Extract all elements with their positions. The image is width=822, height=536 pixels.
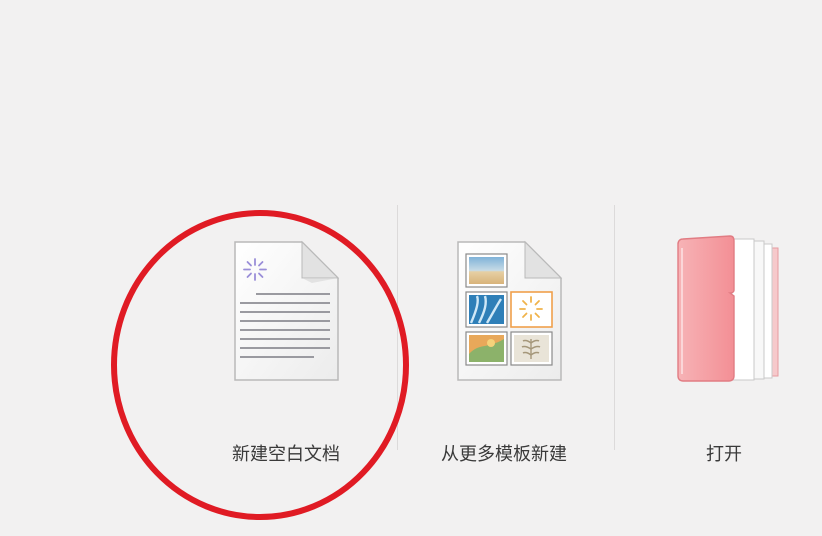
template-document-icon[interactable] [455,239,565,384]
pink-folder-icon[interactable] [674,234,784,384]
divider-left [397,205,398,450]
blank-document-icon[interactable] [232,239,342,384]
new-blank-document-label[interactable]: 新建空白文档 [232,444,340,466]
divider-right [614,205,615,450]
open-label[interactable]: 打开 [706,444,742,466]
start-page: { "actions": [ {"id": "new-blank", "labe… [0,0,822,536]
from-template-label[interactable]: 从更多模板新建 [441,444,567,466]
